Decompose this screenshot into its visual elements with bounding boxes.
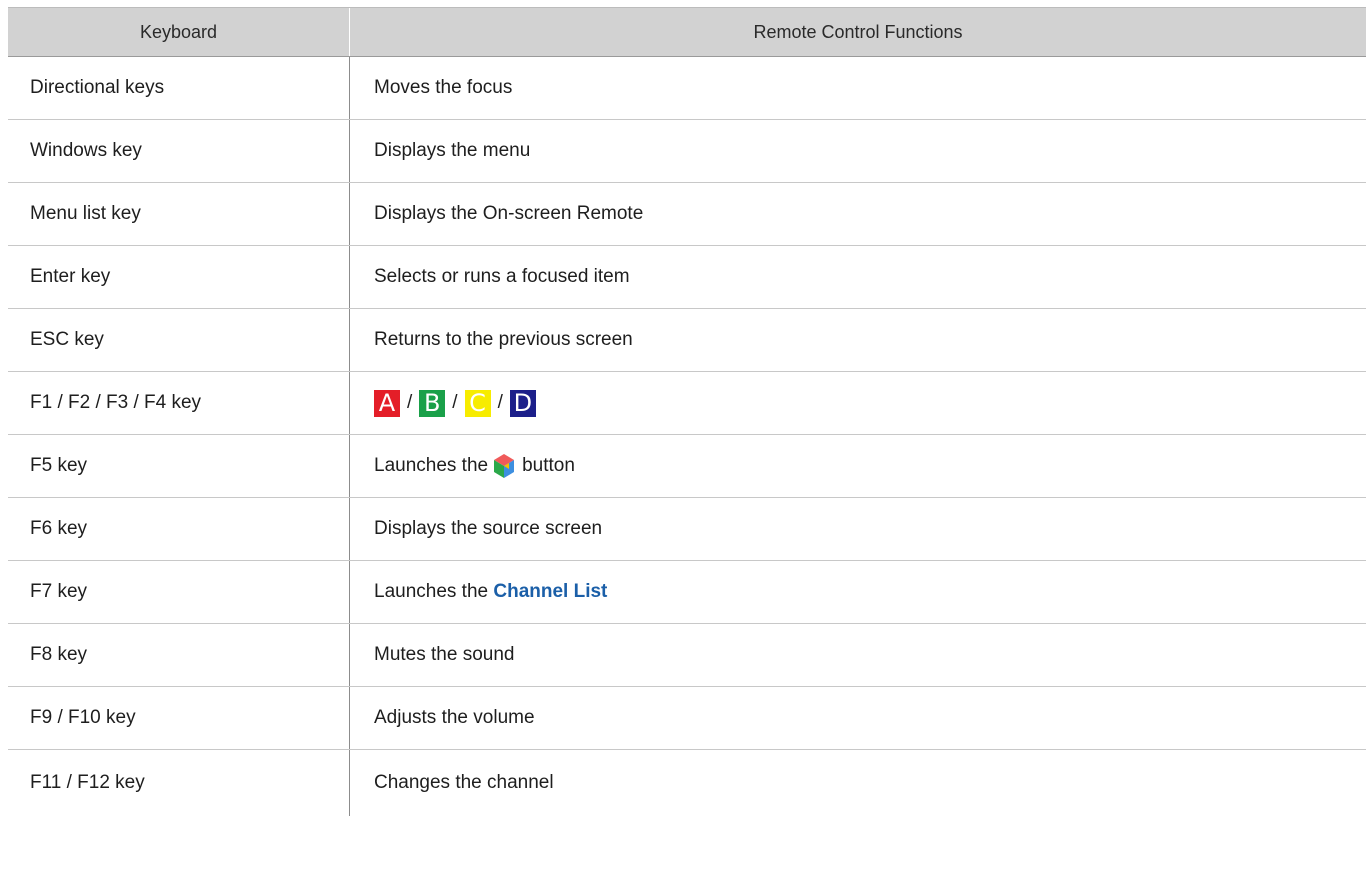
key-cell: F11 / F12 key: [30, 772, 145, 793]
table-row: F1 / F2 / F3 / F4 key A / B / C / D: [8, 371, 1366, 435]
color-button-a: A: [374, 389, 400, 417]
channel-list-link[interactable]: Channel List: [493, 581, 607, 602]
function-cell: Launches the Channel List: [349, 560, 1366, 624]
table-row: F9 / F10 key Adjusts the volume: [8, 686, 1366, 750]
key-cell: F6 key: [8, 497, 350, 561]
function-cell: Displays the source screen: [349, 497, 1366, 561]
table-row: F7 key Launches the Channel List: [8, 560, 1366, 624]
key-cell: F8 key: [8, 623, 350, 687]
key-cell: Windows key: [8, 119, 350, 183]
function-text: Launches the: [374, 455, 489, 477]
smart-hub-icon: [494, 454, 515, 478]
table-row: F11 / F12 key Changes the channel: [8, 749, 1366, 816]
key-cell: Menu list key: [8, 182, 350, 246]
color-button-b: B: [419, 389, 446, 417]
separator: /: [497, 392, 503, 413]
table-header-row: Keyboard Remote Control Functions: [8, 7, 1366, 57]
key-cell: Enter key: [8, 245, 350, 309]
function-cell: Returns to the previous screen: [349, 308, 1366, 372]
function-text: Launches the: [374, 581, 489, 602]
function-cell: Displays the On-screen Remote: [349, 182, 1366, 246]
keyboard-function-table: Keyboard Remote Control Functions Direct…: [8, 7, 1366, 816]
table-row: F6 key Displays the source screen: [8, 497, 1366, 561]
table-row: ESC key Returns to the previous screen: [8, 308, 1366, 372]
function-cell: Moves the focus: [349, 56, 1366, 120]
function-text: button: [522, 455, 575, 477]
table-row: Directional keys Moves the focus: [8, 56, 1366, 120]
key-cell: ESC key: [8, 308, 350, 372]
key-cell: F9 / F10 key: [8, 686, 350, 750]
key-cell: F1 / F2 / F3 / F4 key: [8, 371, 350, 435]
function-cell: Mutes the sound: [349, 623, 1366, 687]
table-row: Enter key Selects or runs a focused item: [8, 245, 1366, 309]
function-cell: A / B / C / D: [349, 371, 1366, 435]
table-row: F8 key Mutes the sound: [8, 623, 1366, 687]
key-cell: F5 key: [8, 434, 350, 498]
column-header-keyboard: Keyboard: [8, 7, 350, 57]
color-button-c: C: [464, 389, 491, 417]
function-cell: Changes the channel: [349, 749, 1366, 816]
function-cell: Launches the button: [349, 434, 1366, 498]
table-row: Menu list key Displays the On-screen Rem…: [8, 182, 1366, 246]
separator: /: [452, 392, 458, 413]
table-row: F5 key Launches the button: [8, 434, 1366, 498]
separator: /: [407, 392, 413, 413]
table-row: Windows key Displays the menu: [8, 119, 1366, 183]
function-cell: Adjusts the volume: [349, 686, 1366, 750]
column-header-functions: Remote Control Functions: [349, 7, 1366, 57]
function-cell: Selects or runs a focused item: [349, 245, 1366, 309]
function-cell: Displays the menu: [349, 119, 1366, 183]
key-cell: F7 key: [8, 560, 350, 624]
color-button-d: D: [509, 389, 536, 417]
key-cell: Directional keys: [8, 56, 350, 120]
